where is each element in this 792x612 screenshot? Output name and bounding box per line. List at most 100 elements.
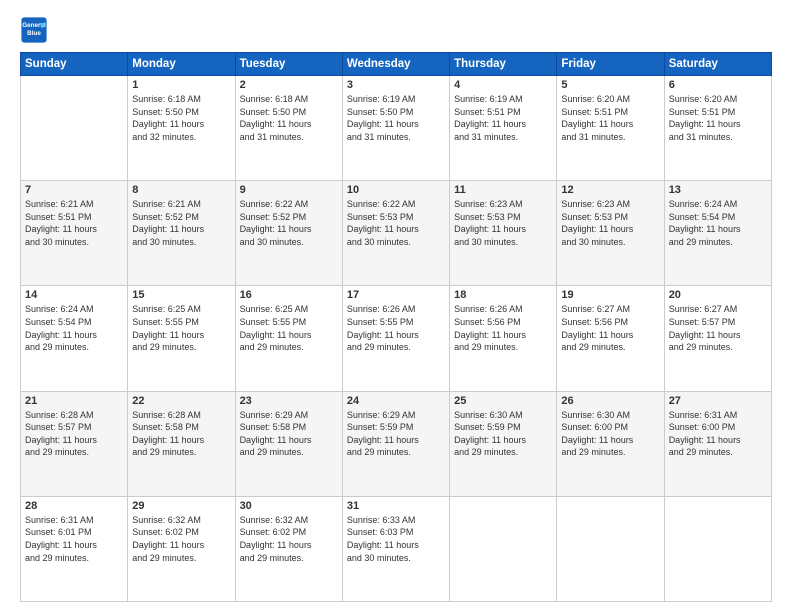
calendar-week-row: 28Sunrise: 6:31 AMSunset: 6:01 PMDayligh… — [21, 496, 772, 601]
daylight: Daylight: 11 hoursand 30 minutes. — [561, 224, 633, 247]
page: General Blue SundayMondayTuesdayWednesda… — [0, 0, 792, 612]
daylight: Daylight: 11 hoursand 30 minutes. — [240, 224, 312, 247]
day-number: 19 — [561, 289, 659, 301]
calendar-cell: 8Sunrise: 6:21 AMSunset: 5:52 PMDaylight… — [128, 181, 235, 286]
day-number: 28 — [25, 500, 123, 512]
calendar-cell: 19Sunrise: 6:27 AMSunset: 5:56 PMDayligh… — [557, 286, 664, 391]
calendar-week-row: 21Sunrise: 6:28 AMSunset: 5:57 PMDayligh… — [21, 391, 772, 496]
daylight: Daylight: 11 hoursand 31 minutes. — [561, 119, 633, 142]
cell-info: Sunrise: 6:19 AMSunset: 5:51 PMDaylight:… — [454, 93, 552, 143]
sunrise: Sunrise: 6:24 AM — [669, 199, 738, 209]
sunset: Sunset: 5:52 PM — [132, 212, 199, 222]
calendar-cell: 18Sunrise: 6:26 AMSunset: 5:56 PMDayligh… — [450, 286, 557, 391]
sunrise: Sunrise: 6:20 AM — [561, 94, 630, 104]
day-number: 1 — [132, 79, 230, 91]
sunset: Sunset: 5:54 PM — [669, 212, 736, 222]
sunrise: Sunrise: 6:27 AM — [561, 304, 630, 314]
day-number: 12 — [561, 184, 659, 196]
header-day: Sunday — [21, 53, 128, 76]
calendar-cell: 1 Sunrise: 6:18 AM Sunset: 5:50 PM Daylight… — [128, 76, 235, 181]
cell-info: Sunrise: 6:24 AMSunset: 5:54 PMDaylight:… — [25, 303, 123, 353]
cell-info: Sunrise: 6:28 AMSunset: 5:57 PMDaylight:… — [25, 409, 123, 459]
sunset: Sunset: 5:51 PM — [454, 107, 521, 117]
sunset: Sunset: 5:51 PM — [561, 107, 628, 117]
sunset: Sunset: 5:50 PM — [132, 107, 199, 117]
svg-text:Blue: Blue — [27, 30, 41, 37]
sunrise: Sunrise: 6:22 AM — [240, 199, 309, 209]
logo: General Blue — [20, 16, 50, 44]
calendar-week-row: 7Sunrise: 6:21 AMSunset: 5:51 PMDaylight… — [21, 181, 772, 286]
sunset: Sunset: 6:02 PM — [240, 527, 307, 537]
day-number: 7 — [25, 184, 123, 196]
day-number: 30 — [240, 500, 338, 512]
sunrise: Sunrise: 6:23 AM — [561, 199, 630, 209]
calendar-cell: 17Sunrise: 6:26 AMSunset: 5:55 PMDayligh… — [342, 286, 449, 391]
daylight: Daylight: 11 hoursand 31 minutes. — [347, 119, 419, 142]
daylight: Daylight: 11 hoursand 32 minutes. — [132, 119, 204, 142]
day-number: 31 — [347, 500, 445, 512]
cell-info: Sunrise: 6:29 AMSunset: 5:59 PMDaylight:… — [347, 409, 445, 459]
sunrise: Sunrise: 6:30 AM — [561, 410, 630, 420]
sunset: Sunset: 5:51 PM — [25, 212, 92, 222]
day-number: 22 — [132, 395, 230, 407]
cell-info: Sunrise: 6:23 AMSunset: 5:53 PMDaylight:… — [454, 198, 552, 248]
calendar-cell — [21, 76, 128, 181]
day-number: 23 — [240, 395, 338, 407]
daylight: Daylight: 11 hoursand 29 minutes. — [669, 224, 741, 247]
cell-info: Sunrise: 6:20 AMSunset: 5:51 PMDaylight:… — [669, 93, 767, 143]
sunset: Sunset: 6:00 PM — [561, 422, 628, 432]
daylight: Daylight: 11 hoursand 30 minutes. — [347, 540, 419, 563]
sunrise: Sunrise: 6:29 AM — [240, 410, 309, 420]
sunset: Sunset: 5:55 PM — [347, 317, 414, 327]
daylight: Daylight: 11 hoursand 29 minutes. — [669, 330, 741, 353]
cell-info: Sunrise: 6:24 AM Sunset: 5:54 PM Daylight:… — [669, 198, 767, 248]
calendar-cell: 25Sunrise: 6:30 AMSunset: 5:59 PMDayligh… — [450, 391, 557, 496]
sunrise: Sunrise: 6:24 AM — [25, 304, 94, 314]
sunset: Sunset: 6:01 PM — [25, 527, 92, 537]
calendar-cell: 31Sunrise: 6:33 AMSunset: 6:03 PMDayligh… — [342, 496, 449, 601]
day-number: 8 — [132, 184, 230, 196]
daylight: Daylight: 11 hoursand 29 minutes. — [561, 435, 633, 458]
daylight: Daylight: 11 hoursand 29 minutes. — [347, 435, 419, 458]
daylight: Daylight: 11 hoursand 29 minutes. — [25, 330, 97, 353]
calendar-cell: 21Sunrise: 6:28 AMSunset: 5:57 PMDayligh… — [21, 391, 128, 496]
sunrise: Sunrise: 6:19 AM — [347, 94, 416, 104]
calendar-cell: 23Sunrise: 6:29 AMSunset: 5:58 PMDayligh… — [235, 391, 342, 496]
sunrise: Sunrise: 6:20 AM — [669, 94, 738, 104]
sunset: Sunset: 5:53 PM — [454, 212, 521, 222]
header-day: Wednesday — [342, 53, 449, 76]
day-number: 5 — [561, 79, 659, 91]
sunset: Sunset: 6:03 PM — [347, 527, 414, 537]
cell-info: Sunrise: 6:32 AMSunset: 6:02 PMDaylight:… — [132, 514, 230, 564]
day-number: 27 — [669, 395, 767, 407]
cell-info: Sunrise: 6:22 AM Sunset: 5:52 PM Daylight:… — [240, 198, 338, 248]
sunrise: Sunrise: 6:19 AM — [454, 94, 523, 104]
calendar-cell — [557, 496, 664, 601]
sunset: Sunset: 5:56 PM — [454, 317, 521, 327]
sunset: Sunset: 5:55 PM — [240, 317, 307, 327]
daylight: Daylight: 11 hoursand 29 minutes. — [132, 540, 204, 563]
cell-info: Sunrise: 6:18 AMSunset: 5:50 PMDaylight:… — [240, 93, 338, 143]
sunset: Sunset: 5:53 PM — [347, 212, 414, 222]
sunrise: Sunrise: 6:26 AM — [347, 304, 416, 314]
sunrise: Sunrise: 6:18 AM — [132, 94, 201, 104]
calendar-cell: 4Sunrise: 6:19 AMSunset: 5:51 PMDaylight… — [450, 76, 557, 181]
calendar-header-row: SundayMondayTuesdayWednesdayThursdayFrid… — [21, 53, 772, 76]
cell-info: Sunrise: 6:28 AMSunset: 5:58 PMDaylight:… — [132, 409, 230, 459]
daylight: Daylight: 11 hoursand 29 minutes. — [454, 435, 526, 458]
header: General Blue — [20, 16, 772, 44]
sunrise: Sunrise: 6:25 AM — [132, 304, 201, 314]
sunset: Sunset: 5:52 PM — [240, 212, 307, 222]
daylight: Daylight: 11 hoursand 29 minutes. — [561, 330, 633, 353]
day-number: 16 — [240, 289, 338, 301]
calendar-cell: 24Sunrise: 6:29 AMSunset: 5:59 PMDayligh… — [342, 391, 449, 496]
day-number: 11 — [454, 184, 552, 196]
day-number: 25 — [454, 395, 552, 407]
sunset: Sunset: 5:59 PM — [454, 422, 521, 432]
day-number: 6 — [669, 79, 767, 91]
sunset: Sunset: 5:58 PM — [240, 422, 307, 432]
sunset: Sunset: 5:59 PM — [347, 422, 414, 432]
calendar-cell: 26Sunrise: 6:30 AMSunset: 6:00 PMDayligh… — [557, 391, 664, 496]
daylight: Daylight: 11 hoursand 29 minutes. — [132, 435, 204, 458]
sunset: Sunset: 5:58 PM — [132, 422, 199, 432]
